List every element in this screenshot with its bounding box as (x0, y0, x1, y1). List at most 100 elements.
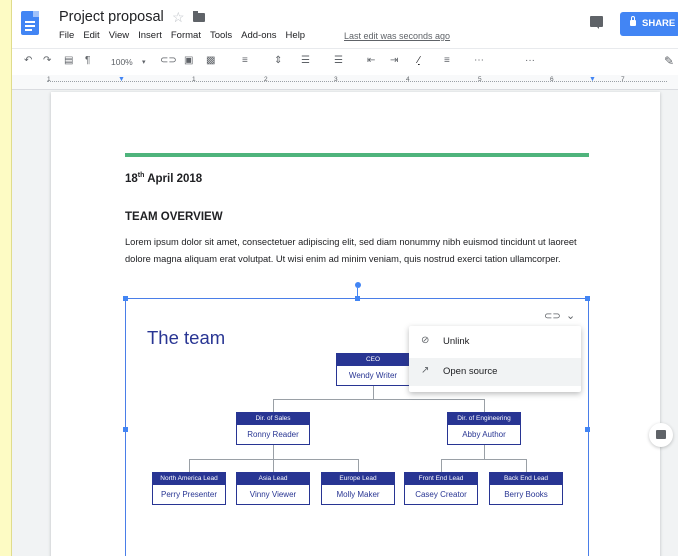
redo-icon[interactable]: ↷ (43, 54, 51, 68)
org-name: Ronny Reader (247, 430, 299, 439)
connector (373, 386, 374, 399)
org-role: Asia Lead (237, 473, 309, 485)
editing-toolbar: ↶ ↷ ▤ ¶ 100% ▾ ⊂⊃ ▣ ▩ ≡ ⇕ ☰ ☰ ⇤ ⇥ ∕ ≡ ⋯ … (12, 48, 678, 76)
document-page[interactable]: 18th April 2018 TEAM OVERVIEW Lorem ipsu… (51, 92, 660, 556)
document-title[interactable]: Project proposal (59, 9, 164, 25)
last-edit-link[interactable]: Last edit was seconds ago (344, 31, 450, 41)
menu-addons[interactable]: Add-ons (241, 30, 276, 41)
org-name: Molly Maker (336, 490, 380, 499)
connector (484, 399, 485, 412)
org-box-lead: Front End Lead Casey Creator (404, 472, 478, 505)
resize-handle[interactable] (585, 427, 590, 432)
org-name: Casey Creator (415, 490, 467, 499)
unlink-menu-item[interactable]: ⊘ Unlink (409, 328, 581, 356)
unlink-icon: ⊘ (421, 335, 430, 346)
org-box-lead: Back End Lead Berry Books (489, 472, 563, 505)
docs-logo-icon[interactable] (21, 11, 39, 35)
connector (273, 445, 274, 459)
connector (441, 459, 442, 472)
connector (273, 459, 274, 472)
zoom-dropdown-icon[interactable]: ▾ (142, 56, 146, 70)
ruler-number: 1 (47, 76, 51, 83)
menu-tools[interactable]: Tools (210, 30, 232, 41)
connector (441, 459, 526, 460)
menu-view[interactable]: View (109, 30, 129, 41)
menu-edit[interactable]: Edit (83, 30, 99, 41)
org-box-lead: Asia Lead Vinny Viewer (236, 472, 310, 505)
add-comment-icon[interactable]: ▣ (184, 54, 193, 68)
open-source-label: Open source (443, 366, 498, 377)
menu-file[interactable]: File (59, 30, 74, 41)
org-box-ceo: CEO Wendy Writer (336, 353, 410, 386)
rotate-handle[interactable] (355, 282, 361, 288)
ruler-number: 4 (406, 76, 410, 83)
org-name: Perry Presenter (160, 490, 218, 499)
org-role: Front End Lead (405, 473, 477, 485)
share-label: SHARE (642, 18, 676, 29)
right-indent-marker[interactable]: ▼ (589, 76, 596, 83)
ruler-number: 7 (621, 76, 625, 83)
body-paragraph: Lorem ipsum dolor sit amet, consectetuer… (125, 237, 577, 264)
chevron-down-icon[interactable]: ⌄ (566, 309, 575, 322)
org-role: Dir. of Engineering (448, 413, 520, 425)
drawing-title: The team (147, 327, 226, 348)
zoom-select[interactable]: 100% (111, 55, 133, 69)
org-name: Wendy Writer (348, 371, 398, 380)
align-icon[interactable]: ≡ (242, 54, 248, 68)
org-role: North America Lead (153, 473, 225, 485)
connector (189, 459, 190, 472)
app-header: Project proposal ☆ File Edit View Insert… (12, 0, 678, 48)
connector (273, 399, 274, 412)
org-role: Europe Lead (322, 473, 394, 485)
line-spacing-icon[interactable]: ⇕ (274, 54, 282, 68)
editing-mode-icon[interactable]: ✎ (664, 54, 674, 68)
undo-icon[interactable]: ↶ (24, 54, 32, 68)
add-comment-button[interactable] (649, 423, 673, 447)
border-color-icon[interactable]: ∕ (418, 54, 420, 68)
ruler-number: 5 (478, 76, 482, 83)
connector (484, 445, 485, 459)
ruler[interactable]: ▼ 1 1 2 3 4 5 6 ▼ 7 (12, 75, 678, 90)
menu-insert[interactable]: Insert (138, 30, 162, 41)
docs-window: Project proposal ☆ File Edit View Insert… (11, 0, 678, 556)
border-weight-icon[interactable]: ≡ (444, 54, 450, 68)
left-indent-marker[interactable]: ▼ (118, 76, 125, 83)
numbered-list-icon[interactable]: ☰ (301, 54, 310, 68)
resize-handle[interactable] (585, 296, 590, 301)
header-rule (125, 153, 589, 157)
org-role: Dir. of Sales (237, 413, 309, 425)
org-role: Back End Lead (490, 473, 562, 485)
star-icon[interactable]: ☆ (172, 9, 185, 26)
org-role: CEO (337, 354, 409, 366)
bulleted-list-icon[interactable]: ☰ (334, 54, 343, 68)
ruler-number: 6 (550, 76, 554, 83)
unlink-label: Unlink (443, 336, 470, 347)
link-icon[interactable]: ⊂⊃ (160, 54, 177, 68)
rotate-line (357, 288, 358, 298)
linked-drawing[interactable]: The team ⊂⊃ ⌄ CEO Wendy Writer Dir. of S… (123, 282, 590, 556)
linked-object-menu: ⊘ Unlink ↗ Open source (409, 326, 581, 392)
folder-icon[interactable] (193, 11, 205, 22)
share-button[interactable]: SHARE (620, 12, 678, 36)
open-source-menu-item[interactable]: ↗ Open source (409, 358, 581, 386)
org-box-lead: North America Lead Perry Presenter (152, 472, 226, 505)
connector (526, 459, 527, 472)
menu-help[interactable]: Help (286, 30, 306, 41)
print-icon[interactable]: ▤ (64, 54, 73, 68)
org-name: Abby Author (462, 430, 506, 439)
section-heading: TEAM OVERVIEW (125, 211, 223, 223)
link-icon[interactable]: ⊂⊃ (544, 311, 561, 322)
decrease-indent-icon[interactable]: ⇤ (367, 54, 375, 68)
increase-indent-icon[interactable]: ⇥ (390, 54, 398, 68)
document-date: 18th April 2018 (125, 172, 203, 185)
comments-icon[interactable] (590, 16, 603, 29)
lock-icon (630, 16, 636, 26)
more-icon[interactable]: ··· (525, 54, 535, 68)
border-dash-icon[interactable]: ⋯ (474, 54, 484, 68)
menu-format[interactable]: Format (171, 30, 201, 41)
insert-image-icon[interactable]: ▩ (206, 54, 215, 68)
ruler-number: 1 (192, 76, 196, 83)
resize-handle[interactable] (123, 296, 128, 301)
paint-format-icon[interactable]: ¶ (85, 54, 90, 68)
resize-handle[interactable] (123, 427, 128, 432)
